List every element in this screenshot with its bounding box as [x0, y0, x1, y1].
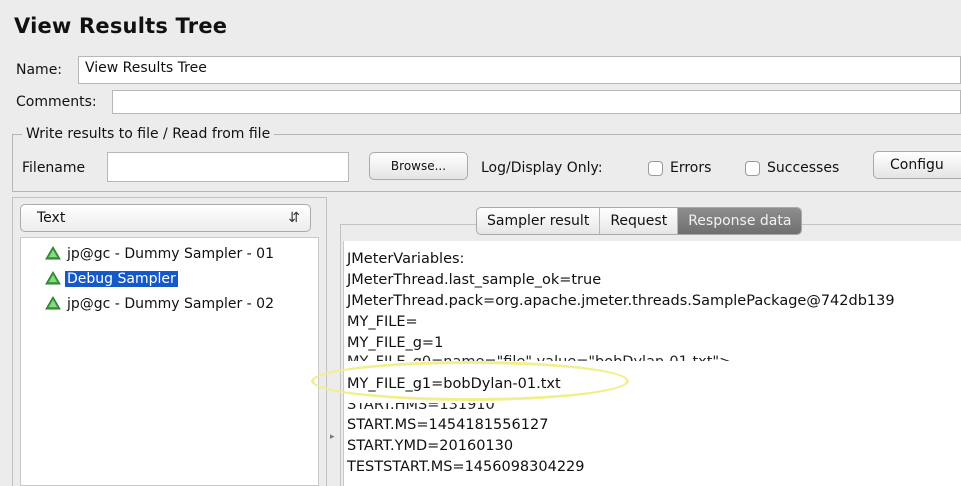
response-line: MY_FILE_g=1 — [347, 335, 444, 351]
successes-checkbox[interactable] — [745, 161, 760, 176]
renderer-select-value: Text — [37, 210, 66, 226]
response-line: START.MS=1454181556127 — [347, 417, 549, 433]
filename-label: Filename — [22, 160, 86, 176]
result-tabs: Sampler result Request Response data — [476, 207, 803, 235]
response-line: TESTSTART.MS=1456098304229 — [347, 459, 585, 475]
configure-button[interactable]: Configu — [873, 151, 961, 179]
browse-button[interactable]: Browse... — [369, 152, 468, 180]
response-line: START.YMD=20160130 — [347, 438, 514, 454]
success-triangle-icon — [45, 296, 61, 310]
comments-label: Comments: — [16, 94, 97, 110]
tree-item-label: jp@gc - Dummy Sampler - 01 — [67, 246, 274, 262]
response-data-text[interactable]: JMeterVariables: JMeterThread.last_sampl… — [343, 241, 961, 486]
tree-item[interactable]: jp@gc - Dummy Sampler - 02 — [45, 294, 276, 314]
log-display-label: Log/Display Only: — [481, 160, 603, 176]
sample-tree: jp@gc - Dummy Sampler - 01 Debug Sampler… — [20, 237, 319, 486]
response-line: MY_FILE= — [347, 314, 418, 330]
panel-title: View Results Tree — [14, 14, 228, 38]
response-line-overlapped: START.HMS=131910 — [347, 397, 495, 413]
errors-label: Errors — [670, 160, 712, 176]
errors-checkbox[interactable] — [648, 161, 663, 176]
response-line: JMeterVariables: — [347, 251, 465, 267]
tree-item[interactable]: jp@gc - Dummy Sampler - 01 — [45, 244, 276, 264]
tree-item-selected[interactable]: Debug Sampler — [45, 269, 178, 289]
tree-item-label: Debug Sampler — [65, 271, 178, 287]
filename-input[interactable] — [107, 152, 349, 182]
updown-arrows-icon: ⇵ — [288, 210, 300, 226]
response-line: JMeterThread.pack=org.apache.jmeter.thre… — [347, 293, 895, 309]
renderer-select[interactable]: Text ⇵ — [20, 204, 311, 232]
comments-input[interactable] — [112, 90, 961, 114]
tab-sampler-result[interactable]: Sampler result — [477, 208, 601, 234]
successes-label: Successes — [767, 160, 840, 176]
tree-item-label: jp@gc - Dummy Sampler - 02 — [67, 296, 274, 312]
name-input[interactable]: View Results Tree — [78, 56, 961, 84]
splitter-handle[interactable]: ▸ — [330, 432, 335, 442]
success-triangle-icon — [45, 271, 61, 285]
tab-request[interactable]: Request — [600, 208, 679, 234]
tab-response-data[interactable]: Response data — [678, 208, 802, 234]
file-group-title: Write results to file / Read from file — [22, 126, 275, 142]
name-label: Name: — [16, 62, 63, 78]
success-triangle-icon — [45, 246, 61, 260]
response-line: JMeterThread.last_sample_ok=true — [347, 272, 602, 288]
response-line-overlapped: MY_FILE_g0=name="file" value="bobDylan-0… — [347, 354, 732, 370]
response-line-highlighted: MY_FILE_g1=bobDylan-01.txt — [347, 376, 561, 392]
